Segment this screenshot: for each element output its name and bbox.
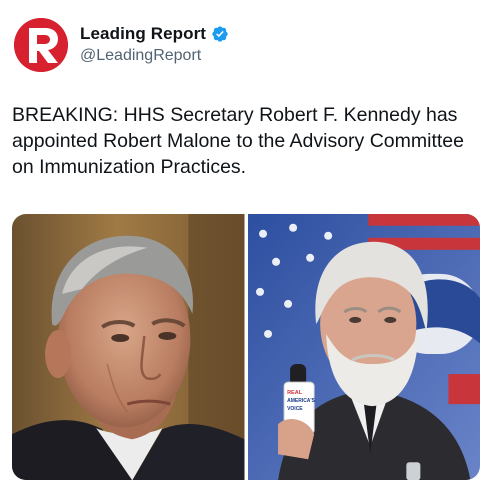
author-block: Leading Report @LeadingReport bbox=[80, 24, 229, 65]
tweet-text: BREAKING: HHS Secretary Robert F. Kenned… bbox=[12, 104, 464, 178]
svg-text:VOICE: VOICE bbox=[287, 406, 303, 412]
photo-robert-f-kennedy[interactable] bbox=[12, 214, 245, 480]
avatar[interactable]: LEADING bbox=[14, 18, 68, 72]
svg-text:REAL: REAL bbox=[287, 390, 303, 396]
tweet-header: LEADING Leading Report @LeadingReport bbox=[14, 16, 484, 76]
verified-badge-icon bbox=[212, 26, 228, 42]
display-name[interactable]: Leading Report bbox=[80, 24, 206, 44]
svg-text:AMERICA'S: AMERICA'S bbox=[287, 398, 316, 404]
handle[interactable]: @LeadingReport bbox=[80, 47, 229, 65]
leading-report-logo-icon: LEADING bbox=[14, 18, 68, 72]
media-grid: REAL AMERICA'S VOICE bbox=[12, 214, 480, 480]
photo-robert-malone[interactable]: REAL AMERICA'S VOICE bbox=[247, 214, 480, 480]
avatar-text: LEADING bbox=[21, 32, 28, 64]
